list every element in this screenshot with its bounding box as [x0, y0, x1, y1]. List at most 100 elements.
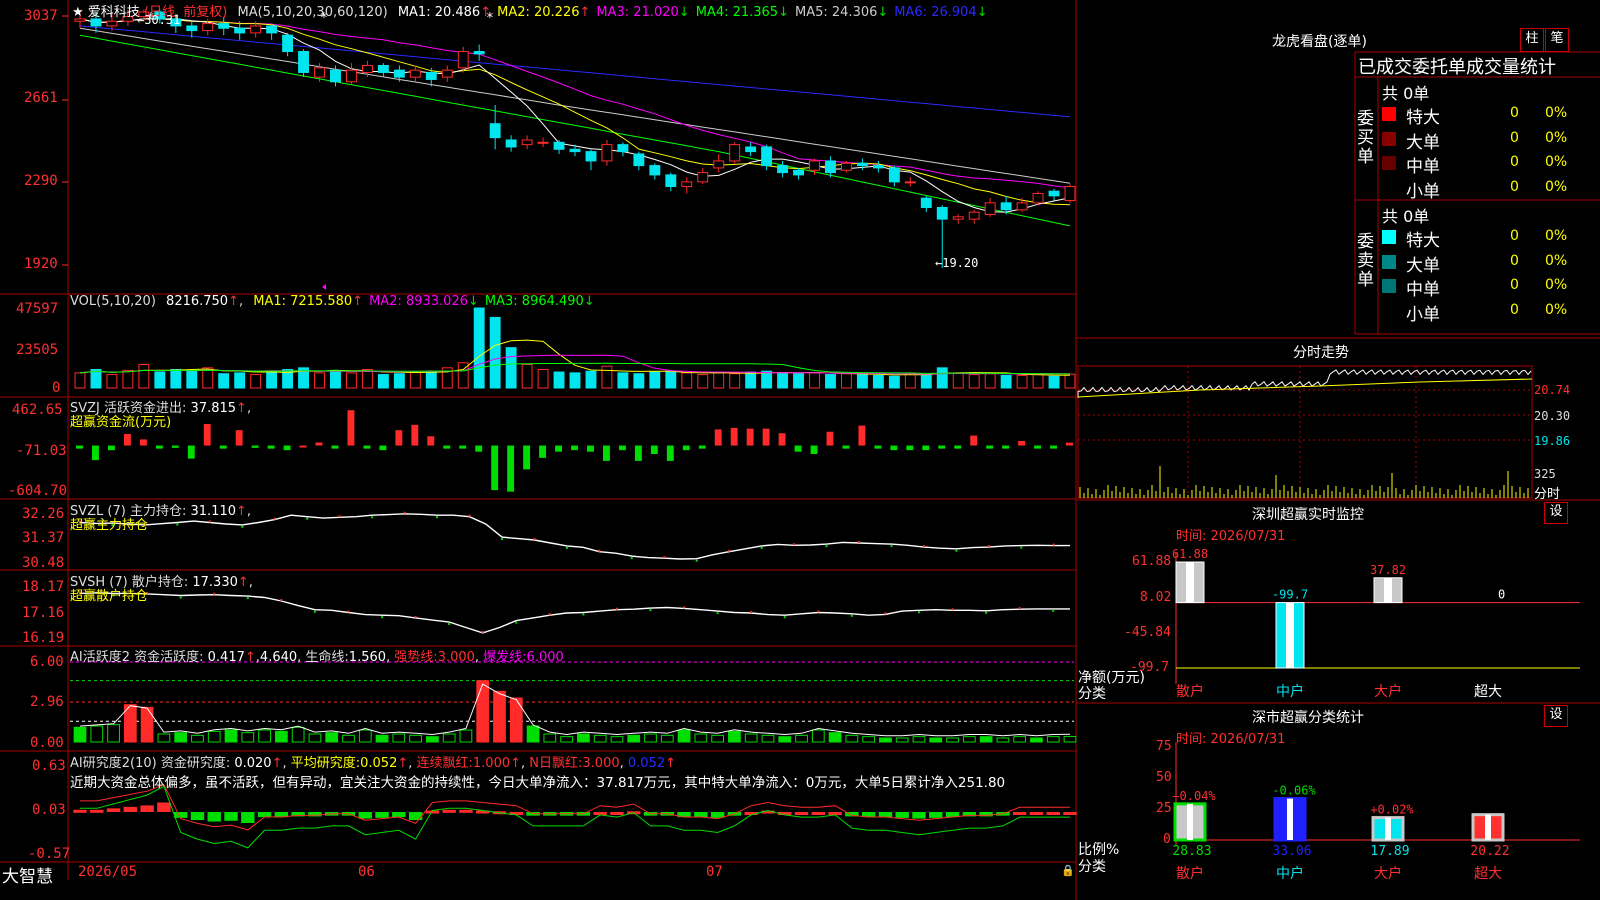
research-bar — [392, 812, 406, 818]
cls-y-tick: 25 — [1156, 801, 1172, 816]
fenshi-price-tick: 20.30 — [1534, 409, 1571, 423]
candle-body — [888, 167, 900, 183]
volume-bar — [1016, 374, 1028, 389]
order-percent: 0% — [1545, 301, 1568, 318]
order-count: 0 — [1510, 178, 1519, 195]
svzj-y-tick: -604.70 — [8, 483, 68, 499]
order-count: 0 — [1510, 301, 1519, 318]
fund-flow-bar — [123, 434, 131, 446]
sell-side-label: 委卖单 — [1357, 232, 1374, 290]
fenshi-title[interactable]: 分时走势 — [1293, 342, 1349, 362]
holding-tick — [649, 609, 652, 612]
fund-flow-bar — [810, 445, 818, 454]
research-bar — [375, 812, 389, 818]
monitor-bar-highlight — [1186, 562, 1194, 603]
volume-bar — [521, 363, 533, 389]
svzl-y-tick: 30.48 — [22, 555, 65, 571]
monitor-y-tick: 61.88 — [1132, 554, 1172, 569]
holding-tick — [1018, 607, 1021, 610]
activity-bar — [560, 736, 573, 743]
cls-category: 中户 — [1276, 865, 1304, 882]
candle-body — [633, 153, 645, 167]
volume-bar — [729, 373, 741, 389]
stat-title: 已成交委托单成交量统计 — [1358, 57, 1556, 78]
brand-logo[interactable]: 大智慧 — [2, 862, 53, 887]
order-percent: 0% — [1545, 105, 1568, 121]
volume-bar — [633, 373, 645, 389]
activity-bar — [509, 697, 523, 743]
activity-bar — [962, 736, 976, 743]
vol-ma-arrow: ↓ — [468, 294, 479, 309]
research-bar — [90, 809, 104, 813]
volume-bar — [777, 372, 789, 389]
low-price-label: ←19.20 — [935, 256, 979, 270]
volume-bar — [186, 370, 198, 389]
fund-flow-bar — [555, 445, 562, 452]
svsh-value: 17.330 — [192, 575, 238, 590]
volume-bar — [473, 307, 485, 389]
activity-bar — [258, 729, 271, 743]
research-bar — [123, 806, 138, 812]
ai2-title: AI研究度2(10) 资金研究度: — [70, 756, 231, 771]
activity-bar — [308, 733, 322, 743]
activity-bar — [895, 737, 909, 743]
order-label: 大单 — [1406, 255, 1440, 276]
fund-flow-bar — [682, 445, 690, 451]
ma-line — [79, 18, 1071, 206]
activity-bar — [811, 729, 825, 743]
research-line-red — [80, 784, 1070, 831]
holding-tick — [884, 612, 887, 615]
marker-triangle — [322, 284, 326, 290]
research-bar — [459, 809, 473, 813]
tab-zhu[interactable]: 柱 — [1520, 28, 1544, 52]
activity-bar — [862, 736, 876, 743]
activity-bar — [996, 737, 1010, 743]
order-percent: 0% — [1545, 178, 1568, 195]
activity-bar — [660, 734, 674, 743]
ma-legend-arrow: ↓ — [678, 5, 690, 20]
volume-bar — [825, 374, 836, 389]
research-bar — [811, 812, 826, 815]
vol-ma-arrow: ↑ — [352, 294, 364, 309]
fenshi-unit: 分时 — [1534, 487, 1561, 502]
holding-tick — [500, 538, 503, 541]
volume-bar — [856, 374, 868, 389]
lock-icon[interactable]: 🔒 — [1061, 864, 1075, 877]
holding-tick — [716, 612, 719, 615]
vol-ma-arrow: ↓ — [583, 294, 595, 309]
activity-bar — [140, 706, 154, 743]
tab-bi[interactable]: 笔 — [1545, 28, 1569, 52]
ai1-title: AI活跃度2 资金活跃度: — [70, 650, 204, 665]
volume-bar — [377, 374, 389, 389]
candle-body — [904, 181, 916, 184]
candle-body — [234, 27, 246, 34]
holding-tick — [750, 611, 753, 613]
fund-flow-bar — [459, 445, 467, 449]
order-row: 中单 0 0% — [1380, 151, 1600, 177]
trading-terminal: * * * 61.88 散户 -99.7 中户 37.82 大户 0 超大 +0.04% 28.83… — [0, 0, 1600, 900]
stock-name[interactable]: ★ 爱科科技 — [72, 5, 140, 20]
candle-body — [202, 23, 214, 32]
cls-settings-button[interactable]: 设 — [1544, 705, 1568, 727]
holding-tick — [280, 599, 283, 601]
order-label: 中单 — [1406, 157, 1440, 177]
candle-body — [521, 139, 533, 146]
candle-body — [649, 165, 661, 176]
buy-side-label: 委买单 — [1357, 109, 1374, 167]
ma-legend-item: MA1: 20.486↑ — [397, 5, 492, 20]
volume-bar — [1000, 374, 1012, 389]
monitor-settings-button[interactable]: 设 — [1544, 502, 1568, 524]
cls-xlabel: 分类 — [1078, 859, 1106, 875]
candle-body — [761, 146, 773, 167]
research-bar — [106, 808, 121, 812]
activity-bar — [677, 729, 691, 743]
activity-bar — [543, 733, 557, 743]
fenshi-frame — [1077, 365, 1533, 499]
candle-body — [314, 67, 325, 78]
volume-bar — [936, 367, 948, 389]
fund-flow-bar — [1034, 445, 1042, 449]
volume-bar — [489, 316, 501, 389]
volume-bar — [425, 370, 437, 389]
cls-value: 20.22 — [1470, 844, 1509, 859]
ma-legend-arrow: ↑ — [480, 5, 492, 20]
